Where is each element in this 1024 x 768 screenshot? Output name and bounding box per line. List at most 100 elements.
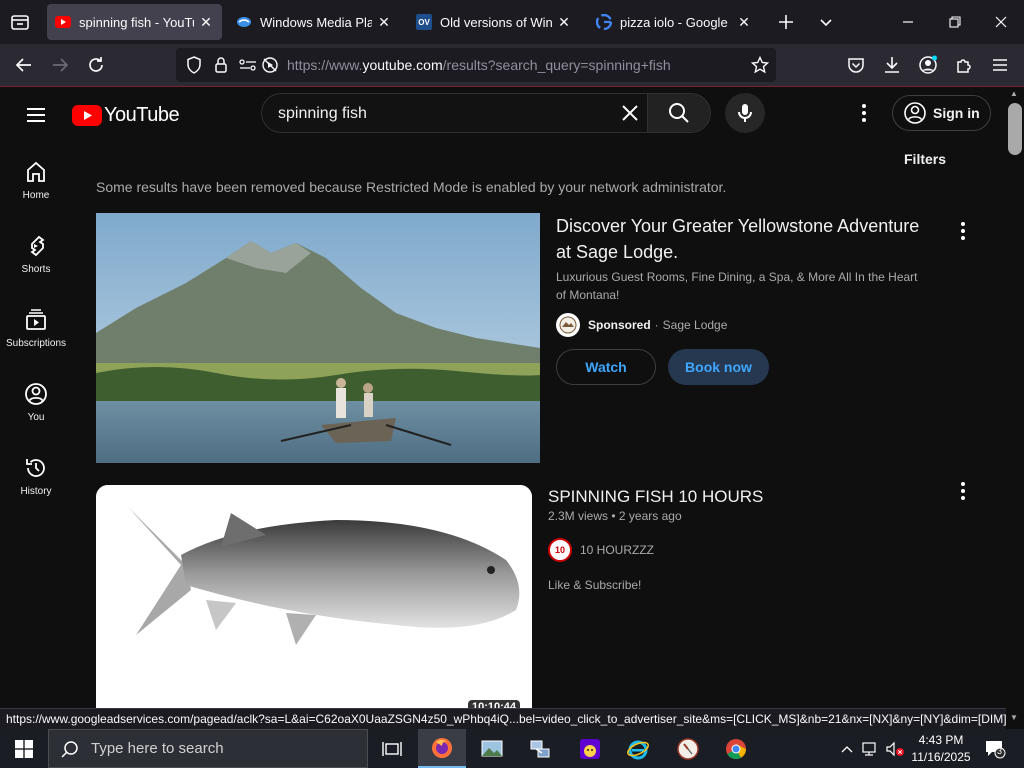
yahoo-app-taskbar-icon[interactable] bbox=[566, 729, 614, 768]
search-button[interactable] bbox=[647, 93, 711, 133]
search-icon bbox=[61, 740, 78, 758]
settings-more-icon[interactable] bbox=[852, 101, 876, 125]
close-tab-icon[interactable]: ✕ bbox=[198, 14, 214, 30]
taskbar-search-box[interactable]: Type here to search bbox=[48, 729, 368, 768]
network-icon[interactable] bbox=[860, 729, 882, 768]
tab-google-search[interactable]: pizza iolo - Google Sea ✕ bbox=[588, 4, 760, 40]
clock-date: 11/16/2025 bbox=[911, 750, 971, 764]
autoplay-blocked-icon[interactable] bbox=[258, 53, 282, 77]
sidebar-item-shorts[interactable]: Shorts bbox=[0, 234, 72, 275]
microphone-icon bbox=[738, 104, 752, 122]
page-scrollbar[interactable]: ▲ ▼ bbox=[1006, 87, 1024, 722]
ov-favicon-icon: OV bbox=[416, 14, 432, 30]
scroll-up-arrow-icon[interactable]: ▲ bbox=[1010, 89, 1018, 98]
image-viewer-taskbar-icon[interactable] bbox=[468, 729, 516, 768]
sage-lodge-avatar-icon[interactable] bbox=[556, 313, 580, 337]
scroll-down-arrow-icon[interactable]: ▼ bbox=[1010, 713, 1018, 722]
tab-overview-icon[interactable] bbox=[8, 10, 32, 34]
voice-search-button[interactable] bbox=[725, 93, 765, 133]
tab-youtube[interactable]: spinning fish - YouTube ✕ bbox=[47, 4, 222, 40]
video-channel[interactable]: 10 10 HOURZZZ bbox=[548, 538, 654, 562]
url-bar[interactable]: https://www.youtube.com/results?search_q… bbox=[176, 48, 776, 82]
search-icon bbox=[669, 103, 689, 123]
volume-muted-icon[interactable] bbox=[884, 729, 906, 768]
video-more-actions-icon[interactable] bbox=[951, 479, 975, 503]
list-all-tabs-chevron-down-icon[interactable] bbox=[814, 10, 838, 34]
tracking-shield-icon[interactable] bbox=[182, 53, 206, 77]
reload-icon[interactable] bbox=[84, 53, 108, 77]
sign-in-label: Sign in bbox=[933, 105, 980, 121]
youtube-logo[interactable]: YouTube bbox=[72, 103, 180, 127]
notification-count: 3 bbox=[997, 746, 1003, 756]
sign-in-button[interactable]: Sign in bbox=[892, 95, 991, 131]
permissions-icon[interactable] bbox=[236, 53, 260, 77]
downloads-icon[interactable] bbox=[880, 53, 904, 77]
extensions-puzzle-icon[interactable] bbox=[952, 53, 976, 77]
clear-search-icon[interactable] bbox=[618, 101, 642, 125]
restricted-mode-notice: Some results have been removed because R… bbox=[96, 179, 727, 195]
new-tab-plus-icon[interactable] bbox=[774, 10, 798, 34]
firefox-taskbar-icon[interactable] bbox=[418, 729, 466, 768]
view-count: 2.3M views bbox=[548, 509, 609, 523]
ad-more-actions-icon[interactable] bbox=[951, 219, 975, 243]
youtube-favicon-icon bbox=[55, 14, 71, 30]
forward-arrow-icon[interactable] bbox=[48, 53, 72, 77]
advertiser-name[interactable]: Sage Lodge bbox=[663, 318, 728, 332]
windows-taskbar: Type here to search 4:43 PM 11/16/2025 3 bbox=[0, 729, 1024, 768]
sidebar-item-subscriptions[interactable]: Subscriptions bbox=[0, 308, 72, 349]
network-tool-taskbar-icon[interactable] bbox=[516, 729, 564, 768]
close-tab-icon[interactable]: ✕ bbox=[556, 14, 572, 30]
you-icon bbox=[25, 383, 47, 405]
ad-title[interactable]: Discover Your Greater Yellowstone Advent… bbox=[556, 213, 936, 265]
taskbar-clock[interactable]: 4:43 PM 11/16/2025 bbox=[906, 732, 976, 766]
lock-icon[interactable] bbox=[209, 53, 233, 77]
account-icon[interactable] bbox=[916, 53, 940, 77]
youtube-wordmark: YouTube bbox=[104, 103, 180, 126]
watch-button[interactable]: Watch bbox=[556, 349, 656, 385]
internet-explorer-taskbar-icon[interactable] bbox=[614, 729, 662, 768]
start-button[interactable] bbox=[0, 729, 48, 768]
notification-center-icon[interactable]: 3 bbox=[980, 729, 1010, 768]
bookmark-star-icon[interactable] bbox=[748, 53, 772, 77]
guide-menu-icon[interactable] bbox=[24, 103, 48, 127]
sidebar-item-label: Subscriptions bbox=[5, 338, 67, 349]
close-window-icon[interactable] bbox=[989, 10, 1013, 34]
chrome-taskbar-icon[interactable] bbox=[712, 729, 760, 768]
sidebar-item-label: Home bbox=[22, 190, 50, 201]
tab-windows-media-player[interactable]: Windows Media Player ✕ bbox=[228, 4, 400, 40]
windows-logo-icon bbox=[15, 739, 33, 758]
search-input[interactable]: spinning fish bbox=[261, 93, 647, 133]
show-hidden-icons-chevron-up-icon[interactable] bbox=[838, 729, 856, 768]
video-title[interactable]: SPINNING FISH 10 HOURS bbox=[548, 485, 763, 509]
sidebar-item-label: History bbox=[20, 486, 52, 497]
sidebar-item-home[interactable]: Home bbox=[0, 160, 72, 201]
task-view-icon[interactable] bbox=[368, 729, 416, 768]
filters-button[interactable]: Filters bbox=[904, 151, 946, 167]
channel-name[interactable]: 10 HOURZZZ bbox=[580, 543, 654, 557]
ad-meta: Sponsored · Sage Lodge bbox=[556, 313, 727, 337]
minimize-icon[interactable] bbox=[896, 10, 920, 34]
shorts-icon bbox=[30, 235, 45, 257]
channel-avatar-icon[interactable]: 10 bbox=[548, 538, 572, 562]
search-input-value[interactable]: spinning fish bbox=[278, 105, 367, 123]
clock-time: 4:43 PM bbox=[918, 733, 964, 747]
tab-title: spinning fish - YouTube bbox=[79, 14, 194, 30]
close-tab-icon[interactable]: ✕ bbox=[736, 14, 752, 30]
video-thumbnail[interactable] bbox=[96, 485, 532, 710]
book-now-button[interactable]: Book now bbox=[668, 349, 769, 385]
tab-old-versions[interactable]: OV Old versions of Window ✕ bbox=[408, 4, 580, 40]
back-arrow-icon[interactable] bbox=[12, 53, 36, 77]
app-menu-icon[interactable] bbox=[988, 53, 1012, 77]
sidebar-item-history[interactable]: History bbox=[0, 456, 72, 497]
sidebar-item-label: You bbox=[27, 412, 45, 423]
scrollbar-thumb[interactable] bbox=[1008, 103, 1022, 155]
ad-thumbnail[interactable] bbox=[96, 213, 540, 463]
pocket-icon[interactable] bbox=[844, 53, 868, 77]
channel-avatar-text: 10 bbox=[554, 545, 565, 555]
sidebar-item-you[interactable]: You bbox=[0, 382, 72, 423]
youtube-play-logo-icon bbox=[72, 104, 102, 126]
clock-app-taskbar-icon[interactable] bbox=[664, 729, 712, 768]
close-tab-icon[interactable]: ✕ bbox=[376, 14, 392, 30]
restore-icon[interactable] bbox=[943, 10, 967, 34]
ad-description: Luxurious Guest Rooms, Fine Dining, a Sp… bbox=[556, 270, 918, 302]
